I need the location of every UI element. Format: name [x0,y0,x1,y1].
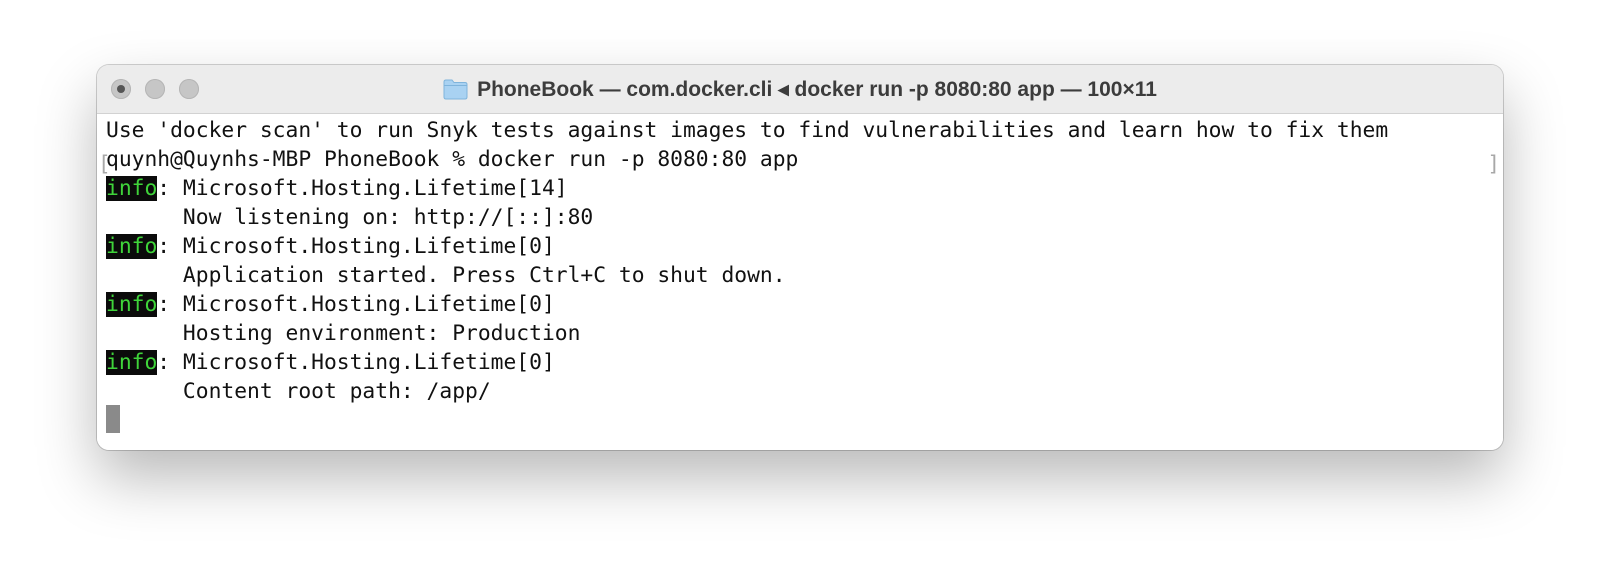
prompt-mark-right: ] [1487,152,1500,176]
terminal-output[interactable]: [ ] Use 'docker scan' to run Snyk tests … [97,114,1503,450]
info-level-badge: info [106,234,158,259]
log-entry-header: info: Microsoft.Hosting.Lifetime[0] [106,290,555,319]
window-title-area: PhoneBook — com.docker.cli ◂ docker run … [97,65,1503,113]
log-entry-header: info: Microsoft.Hosting.Lifetime[0] [106,348,555,377]
log-source: : Microsoft.Hosting.Lifetime[0] [157,234,555,259]
log-entry-header: info: Microsoft.Hosting.Lifetime[14] [106,174,568,203]
log-message: Now listening on: http://[::]:80 [106,205,594,230]
log-message: Application started. Press Ctrl+C to shu… [106,263,786,288]
log-source: : Microsoft.Hosting.Lifetime[14] [157,176,568,201]
info-level-badge: info [106,292,158,317]
info-level-badge: info [106,176,158,201]
terminal-window: PhoneBook — com.docker.cli ◂ docker run … [97,65,1503,450]
log-source: : Microsoft.Hosting.Lifetime[0] [157,292,555,317]
folder-icon [443,78,468,100]
log-entry-header: info: Microsoft.Hosting.Lifetime[0] [106,232,555,261]
docker-scan-hint: Use 'docker scan' to run Snyk tests agai… [106,118,1389,143]
title-bar[interactable]: PhoneBook — com.docker.cli ◂ docker run … [97,65,1503,114]
log-source: : Microsoft.Hosting.Lifetime[0] [157,350,555,375]
shell-prompt-line: quynh@Quynhs-MBP PhoneBook % docker run … [106,147,799,172]
log-message: Hosting environment: Production [106,321,581,346]
log-message: Content root path: /app/ [106,379,491,404]
info-level-badge: info [106,350,158,375]
window-title: PhoneBook — com.docker.cli ◂ docker run … [477,77,1157,101]
terminal-cursor [106,405,120,433]
